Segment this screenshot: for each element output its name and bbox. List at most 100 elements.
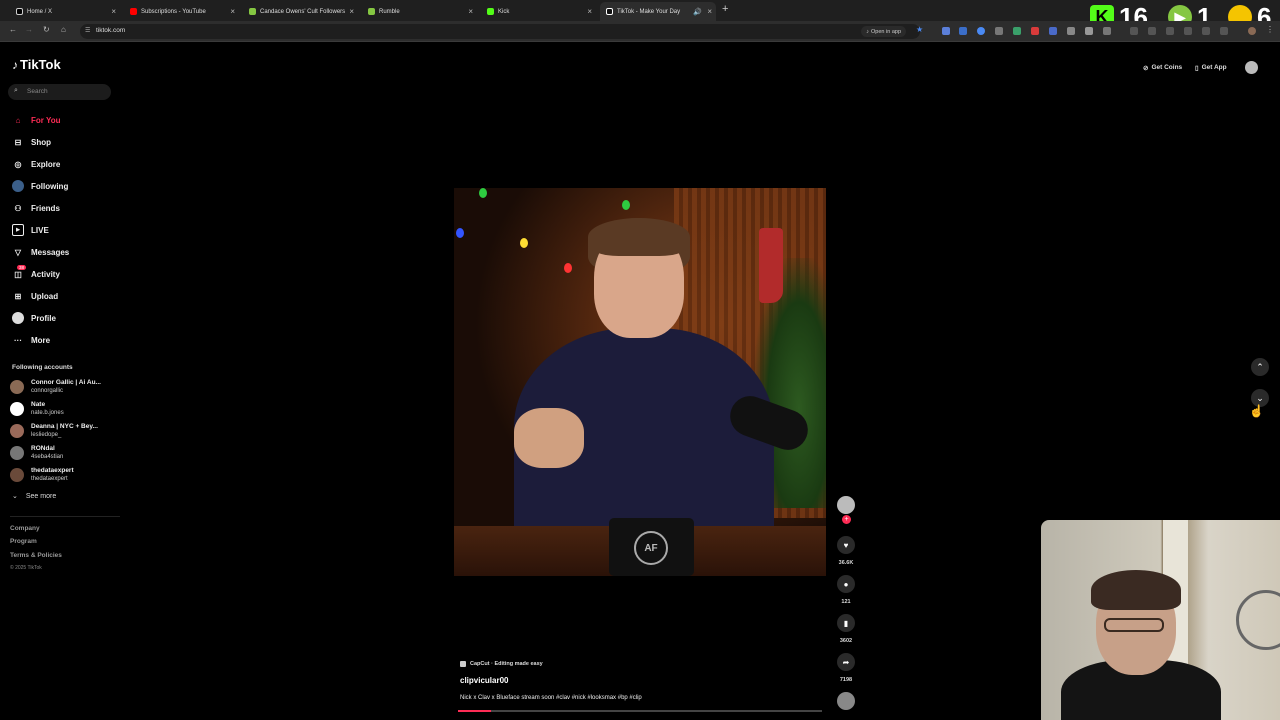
screenshot-icon[interactable] xyxy=(1202,27,1210,35)
account-name: Nate xyxy=(31,401,46,408)
capcut-anchor[interactable]: CapCut · Editing made easy xyxy=(460,659,543,669)
follow-plus-icon[interactable]: + xyxy=(842,515,851,524)
browser-tab-bar: Home / X × Subscriptions - YouTube × Can… xyxy=(0,0,1280,21)
close-icon[interactable]: × xyxy=(707,7,712,16)
share-button[interactable]: ➦ xyxy=(837,653,855,671)
sidebar-icon[interactable] xyxy=(1184,27,1192,35)
search-input[interactable]: ⌕ Search xyxy=(8,84,111,100)
like-button[interactable]: ♥ xyxy=(837,536,855,554)
extension-icon[interactable] xyxy=(942,27,950,35)
get-app-button[interactable]: ▯ Get App xyxy=(1195,61,1227,74)
previous-video-button[interactable]: ⌃ xyxy=(1251,358,1269,376)
extension-icon[interactable] xyxy=(1031,27,1039,35)
following-account[interactable]: Nate nate.b.jones xyxy=(10,399,120,419)
close-icon[interactable]: × xyxy=(349,7,354,16)
sidebar-item-shop[interactable]: ⊟ Shop xyxy=(0,131,130,153)
light xyxy=(456,228,464,238)
tab-kick[interactable]: Kick × xyxy=(481,2,596,21)
extension-icon[interactable] xyxy=(959,27,967,35)
following-account[interactable]: RONdal 4seba4stian xyxy=(10,443,120,463)
sidebar-item-friends[interactable]: ⚇ Friends xyxy=(0,197,130,219)
like-count: 36.6K xyxy=(838,560,854,566)
open-in-app-button[interactable]: ♪ Open in app xyxy=(861,26,906,37)
reload-icon[interactable]: ↻ xyxy=(43,25,50,34)
tab-x[interactable]: Home / X × xyxy=(10,2,120,21)
tab-title: TikTok - Make Your Day xyxy=(617,8,681,15)
phone-icon: ▯ xyxy=(1195,64,1199,72)
address-bar[interactable]: ☰ tiktok.com ♪ Open in app xyxy=(80,24,920,39)
tab-youtube[interactable]: Subscriptions - YouTube × xyxy=(124,2,239,21)
video-author[interactable]: clipvicular00 xyxy=(460,676,508,685)
footer-program-link[interactable]: Program xyxy=(10,538,37,545)
search-placeholder: Search xyxy=(27,88,48,95)
profile-avatar-icon[interactable] xyxy=(1248,27,1256,35)
sidebar-item-label: Friends xyxy=(31,203,60,213)
video-player[interactable]: AF xyxy=(454,188,826,576)
chevron-up-icon: ⌃ xyxy=(1256,361,1264,372)
sidebar-item-explore[interactable]: ◎ Explore xyxy=(0,153,130,175)
extension-icon[interactable] xyxy=(1013,27,1021,35)
tab-title: Home / X xyxy=(27,8,53,15)
sidebar-item-messages[interactable]: ▽ Messages xyxy=(0,241,130,263)
site-info-icon[interactable]: ☰ xyxy=(85,27,90,34)
puzzle-icon[interactable] xyxy=(1085,27,1093,35)
more-icon: ··· xyxy=(14,335,22,345)
following-account[interactable]: Deanna | NYC + Bey... lesliedope_ xyxy=(10,421,120,441)
video-progress-bar[interactable] xyxy=(458,710,822,712)
account-name: Deanna | NYC + Bey... xyxy=(31,423,98,430)
extension-icon[interactable] xyxy=(977,27,985,35)
sidebar-item-upload[interactable]: ⊞ Upload xyxy=(0,285,130,307)
forward-arrow-icon[interactable]: → xyxy=(25,25,33,34)
sidebar-item-more[interactable]: ··· More xyxy=(0,329,130,351)
avatar xyxy=(10,402,24,416)
tiktok-small-icon: ♪ xyxy=(866,28,870,35)
account-handle: connorgallic xyxy=(31,388,64,394)
download-icon[interactable] xyxy=(1148,27,1156,35)
home-icon: ⌂ xyxy=(15,115,21,125)
tab-tiktok[interactable]: TikTok - Make Your Day 🔊 × xyxy=(600,2,716,21)
home-icon[interactable]: ⌂ xyxy=(61,25,66,34)
following-account[interactable]: Connor Gallic | Ai Au... connorgallic xyxy=(10,377,120,397)
sidebar-item-following[interactable]: Following xyxy=(0,175,130,197)
creator-avatar[interactable] xyxy=(837,496,855,514)
account-handle: thedataexpert xyxy=(31,476,68,482)
close-icon[interactable]: × xyxy=(111,7,116,16)
extension-icon[interactable] xyxy=(1220,27,1228,35)
close-icon[interactable]: × xyxy=(230,7,235,16)
messages-icon: ▽ xyxy=(14,247,22,257)
history-icon[interactable] xyxy=(1130,27,1138,35)
speaker-icon[interactable]: 🔊 xyxy=(693,8,702,16)
extension-icon[interactable] xyxy=(1049,27,1057,35)
see-more-button[interactable]: ⌄ See more xyxy=(12,492,56,501)
sidebar-item-label: For You xyxy=(31,115,61,125)
new-tab-button[interactable]: + xyxy=(722,3,728,15)
close-icon[interactable]: × xyxy=(587,7,592,16)
bookmark-star-icon[interactable]: ★ xyxy=(916,25,923,34)
back-arrow-icon[interactable]: ← xyxy=(9,25,17,34)
comment-button[interactable]: ● xyxy=(837,575,855,593)
menu-kebab-icon[interactable]: ⋮ xyxy=(1266,25,1274,34)
code-icon[interactable] xyxy=(1166,27,1174,35)
close-icon[interactable]: × xyxy=(468,7,473,16)
tab-title: Kick xyxy=(498,8,510,15)
footer-terms-link[interactable]: Terms & Policies xyxy=(10,552,62,559)
get-coins-button[interactable]: ⊘ Get Coins xyxy=(1143,61,1182,74)
tab-rumble[interactable]: Rumble × xyxy=(362,2,477,21)
save-button[interactable]: ▮ xyxy=(837,614,855,632)
user-avatar[interactable] xyxy=(1245,61,1258,74)
sidebar-item-for-you[interactable]: ⌂ For You xyxy=(0,109,130,131)
tab-rumble-candace[interactable]: Candace Owens' Cult Followers × xyxy=(243,2,358,21)
capcut-icon xyxy=(460,661,466,667)
sidebar-item-profile[interactable]: Profile xyxy=(0,307,130,329)
footer-company-link[interactable]: Company xyxy=(10,525,40,532)
get-coins-label: Get Coins xyxy=(1151,64,1183,71)
sidebar-item-live[interactable]: ▶ LIVE xyxy=(0,219,130,241)
tiktok-logo[interactable]: ♪ TikTok xyxy=(12,57,61,72)
extension-icon[interactable] xyxy=(1103,27,1111,35)
following-account[interactable]: thedataexpert thedataexpert xyxy=(10,465,120,485)
light xyxy=(479,188,487,198)
music-disc-icon[interactable] xyxy=(837,692,855,710)
extension-icon[interactable] xyxy=(1067,27,1075,35)
extension-icon[interactable] xyxy=(995,27,1003,35)
comment-icon: ● xyxy=(843,579,849,589)
